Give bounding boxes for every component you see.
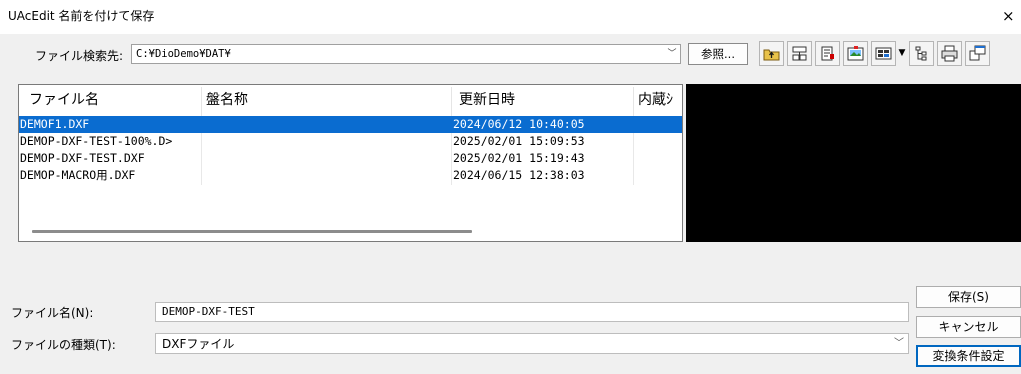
up-folder-icon[interactable]	[759, 41, 784, 66]
cell-modified: 2024/06/12 10:40:05	[453, 117, 585, 131]
print-icon[interactable]	[937, 41, 962, 66]
table-row[interactable]: DEMOF1.DXF 2024/06/12 10:40:05	[19, 116, 682, 133]
chevron-down-icon[interactable]: ﹀	[664, 45, 680, 63]
close-icon[interactable]: ×	[1002, 6, 1021, 26]
filetype-value: DXFファイル	[162, 337, 235, 351]
filename-label: ファイル名(N):	[11, 306, 94, 320]
column-separator[interactable]	[451, 87, 452, 115]
cell-filename: DEMOP-DXF-TEST.DXF	[20, 151, 145, 165]
cell-filename: DEMOP-MACRO用.DXF	[20, 168, 136, 182]
chevron-down-icon[interactable]: ﹀	[894, 335, 904, 353]
search-location-label: ファイル検索先:	[35, 49, 124, 63]
table-row[interactable]: DEMOP-DXF-TEST.DXF 2025/02/01 15:19:43	[19, 150, 682, 167]
cancel-button[interactable]: キャンセル	[916, 316, 1021, 338]
scrollbar-thumb[interactable]	[32, 230, 472, 233]
image-folder-icon[interactable]	[843, 41, 868, 66]
search-location-combo[interactable]: C:¥DioDemo¥DAT¥ ﹀	[131, 44, 681, 64]
search-location-value: C:¥DioDemo¥DAT¥	[136, 48, 231, 60]
filename-input[interactable]: DEMOP-DXF-TEST	[155, 302, 909, 322]
table-row[interactable]: DEMOP-MACRO用.DXF 2024/06/15 12:38:03	[19, 167, 682, 184]
network-folder-icon[interactable]	[787, 41, 812, 66]
table-row[interactable]: DEMOP-DXF-TEST-100%.D> 2025/02/01 15:09:…	[19, 133, 682, 150]
window-title: UAcEdit 名前を付けて保存	[8, 9, 155, 23]
window-arrange-icon[interactable]	[965, 41, 990, 66]
new-folder-icon[interactable]	[815, 41, 840, 66]
horizontal-scrollbar[interactable]	[24, 227, 679, 235]
cell-filename: DEMOF1.DXF	[20, 117, 90, 131]
preview-pane	[686, 84, 1021, 242]
cell-modified: 2024/06/15 12:38:03	[453, 168, 585, 182]
column-header-board-name[interactable]: 盤名称	[206, 90, 248, 110]
view-menu-icon[interactable]	[871, 41, 896, 66]
column-header-builtin[interactable]: 内蔵ｼ	[638, 90, 673, 110]
column-separator[interactable]	[633, 87, 634, 115]
column-header-modified[interactable]: 更新日時	[459, 90, 515, 110]
view-dropdown-arrow-icon[interactable]: ▼	[897, 41, 907, 66]
save-button[interactable]: 保存(S)	[916, 286, 1021, 308]
tree-view-icon[interactable]	[909, 41, 934, 66]
column-header-filename[interactable]: ファイル名	[29, 90, 99, 110]
cell-modified: 2025/02/01 15:09:53	[453, 134, 585, 148]
filetype-select[interactable]: DXFファイル ﹀	[155, 333, 909, 354]
conversion-settings-button[interactable]: 変換条件設定	[916, 345, 1021, 367]
file-list[interactable]: ファイル名 盤名称 更新日時 内蔵ｼ DEMOF1.DXF 2024/06/12…	[18, 84, 683, 242]
cell-modified: 2025/02/01 15:19:43	[453, 151, 585, 165]
column-separator[interactable]	[201, 87, 202, 115]
filetype-label: ファイルの種類(T):	[11, 338, 116, 352]
browse-button[interactable]: 参照...	[688, 43, 748, 65]
cell-filename: DEMOP-DXF-TEST-100%.D>	[20, 134, 173, 148]
